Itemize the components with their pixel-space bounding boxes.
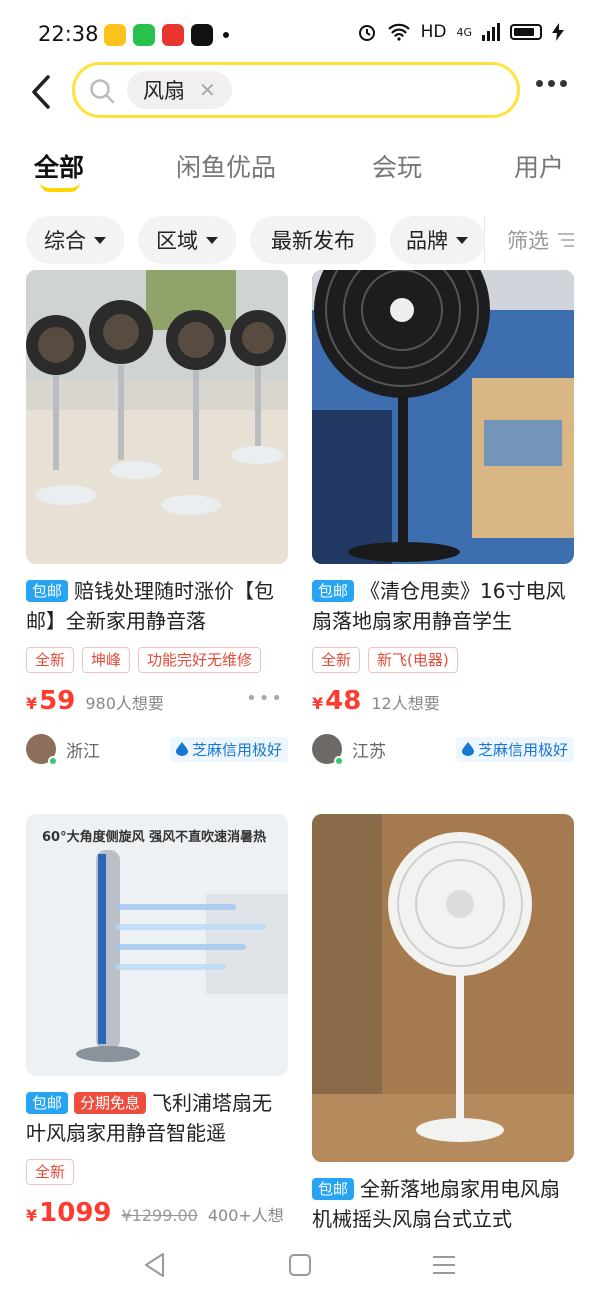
more-options-button[interactable] (536, 80, 567, 87)
chevron-left-icon (32, 75, 50, 109)
product-card[interactable]: 包邮 《清仓甩卖》16寸电风扇落地扇家用静音学生 全新 新飞(电器) ¥48 12… (312, 270, 574, 770)
product-card[interactable]: 包邮 全新落地扇家用电风扇机械摇头风扇台式立式 (312, 814, 574, 1230)
avatar[interactable] (26, 734, 58, 766)
avatar[interactable] (312, 734, 344, 766)
original-price: ¥1299.00 (121, 1206, 198, 1225)
product-image-caption: 60°大角度侧旋风 强风不直吹速消暑热 (42, 830, 267, 845)
back-nav-icon[interactable] (143, 1252, 167, 1278)
product-tag: 全新 (312, 647, 361, 673)
product-card[interactable]: 包邮 赔钱处理随时涨价【包邮】全新家用静音落 全新 坤峰 功能完好无维修 ¥59 … (26, 270, 288, 770)
close-icon[interactable]: ✕ (199, 78, 216, 102)
more-dot (548, 80, 555, 87)
filter-brand[interactable]: 品牌 (390, 216, 484, 264)
battery-icon (510, 24, 542, 40)
signal-icon (482, 23, 500, 41)
notification-icons (104, 24, 229, 46)
filter-screen-button[interactable]: 筛选 (484, 216, 600, 264)
menu-nav-icon[interactable] (432, 1255, 456, 1275)
product-price: ¥48 (312, 686, 362, 716)
product-price: ¥1099 (26, 1198, 112, 1228)
network-type: HD (420, 22, 447, 42)
search-query-chip[interactable]: 风扇 ✕ (127, 71, 232, 109)
free-shipping-badge: 包邮 (312, 580, 355, 602)
status-time: 22:38 (38, 22, 99, 46)
tab-huiwan[interactable]: 会玩 (372, 148, 422, 184)
free-shipping-badge: 包邮 (26, 1092, 69, 1114)
tab-active-underline (40, 182, 80, 192)
seller-row[interactable]: 江苏 芝麻信用极好 (312, 732, 574, 766)
app-notification-icon (104, 24, 126, 46)
price-row: ¥59 980人想要 (26, 686, 164, 716)
product-tag: 全新 (26, 1159, 75, 1185)
more-dot (560, 80, 567, 87)
status-indicators: HD 4G (357, 22, 564, 42)
caret-down-icon (206, 236, 218, 244)
credit-badge: 芝麻信用极好 (169, 736, 288, 762)
more-dot (536, 80, 543, 87)
home-nav-icon[interactable] (289, 1254, 311, 1276)
seller-region: 江苏 (352, 741, 386, 762)
product-price: ¥59 (26, 686, 76, 716)
product-image[interactable]: 60°大角度侧旋风 强风不直吹速消暑热 (26, 814, 288, 1076)
product-tags: 全新 坤峰 功能完好无维修 (26, 647, 262, 673)
product-tags: 全新 (26, 1159, 75, 1185)
free-shipping-badge: 包邮 (26, 580, 69, 602)
credit-drop-icon (461, 742, 474, 756)
search-query-text: 风扇 (143, 79, 185, 103)
app-notification-icon (133, 24, 155, 46)
app-notification-icon (191, 24, 213, 46)
tab-xianyu-youpin[interactable]: 闲鱼优品 (176, 148, 276, 184)
credit-badge: 芝麻信用极好 (455, 736, 574, 762)
seller-row[interactable]: 浙江 芝麻信用极好 (26, 732, 288, 766)
want-count: 12人想要 (371, 694, 440, 713)
want-count: 980人想要 (85, 694, 164, 713)
caret-down-icon (456, 236, 468, 244)
filter-region-label: 区域 (156, 229, 198, 253)
wifi-icon (387, 23, 410, 41)
charging-icon (552, 23, 564, 41)
product-image[interactable] (312, 270, 574, 564)
filter-sort-label: 综合 (44, 229, 86, 253)
price-row: ¥48 12人想要 (312, 686, 440, 716)
product-tags: 全新 新飞(电器) (312, 647, 458, 673)
filter-sort[interactable]: 综合 (26, 216, 124, 264)
product-title[interactable]: 包邮 分期免息 飞利浦塔扇无叶风扇家用静音智能遥 (26, 1088, 288, 1148)
product-tag: 功能完好无维修 (138, 647, 262, 673)
system-nav-bar (0, 1230, 600, 1300)
search-tabs: 全部 闲鱼优品 会玩 用户 (0, 148, 600, 198)
credit-drop-icon (175, 742, 188, 756)
online-indicator (334, 756, 344, 766)
back-button[interactable] (24, 70, 58, 114)
filter-icon (558, 233, 574, 247)
search-box[interactable]: 风扇 ✕ (72, 62, 520, 118)
alarm-icon (358, 25, 375, 41)
caret-down-icon (94, 236, 106, 244)
filter-newest-label: 最新发布 (271, 229, 355, 253)
filter-newest[interactable]: 最新发布 (250, 216, 376, 264)
seller-region: 浙江 (66, 741, 100, 762)
tab-all[interactable]: 全部 (34, 148, 84, 184)
signal-type: 4G (456, 25, 472, 39)
status-bar: 22:38 HD 4G (0, 0, 600, 70)
app-notification-icon (162, 24, 184, 46)
product-title[interactable]: 包邮 《清仓甩卖》16寸电风扇落地扇家用静音学生 (312, 576, 574, 636)
filter-brand-label: 品牌 (406, 229, 448, 253)
product-tag: 全新 (26, 647, 75, 673)
installment-badge: 分期免息 (74, 1092, 147, 1114)
search-icon (90, 79, 115, 104)
product-tag: 坤峰 (82, 647, 131, 673)
tab-users[interactable]: 用户 (514, 148, 564, 184)
product-image[interactable] (26, 270, 288, 564)
card-more-icon[interactable]: ••• (246, 688, 284, 709)
online-indicator (48, 756, 58, 766)
free-shipping-badge: 包邮 (312, 1178, 355, 1200)
filter-region[interactable]: 区域 (138, 216, 236, 264)
product-tag: 新飞(电器) (368, 647, 458, 673)
product-title[interactable]: 包邮 全新落地扇家用电风扇机械摇头风扇台式立式 (312, 1174, 574, 1230)
filter-screen-label: 筛选 (507, 229, 549, 253)
product-image[interactable] (312, 814, 574, 1162)
product-card[interactable]: 60°大角度侧旋风 强风不直吹速消暑热 包邮 分期免息 飞利浦塔扇无叶风扇家用静音智… (26, 814, 288, 1249)
product-title[interactable]: 包邮 赔钱处理随时涨价【包邮】全新家用静音落 (26, 576, 288, 636)
more-notifications-dot (223, 32, 229, 38)
